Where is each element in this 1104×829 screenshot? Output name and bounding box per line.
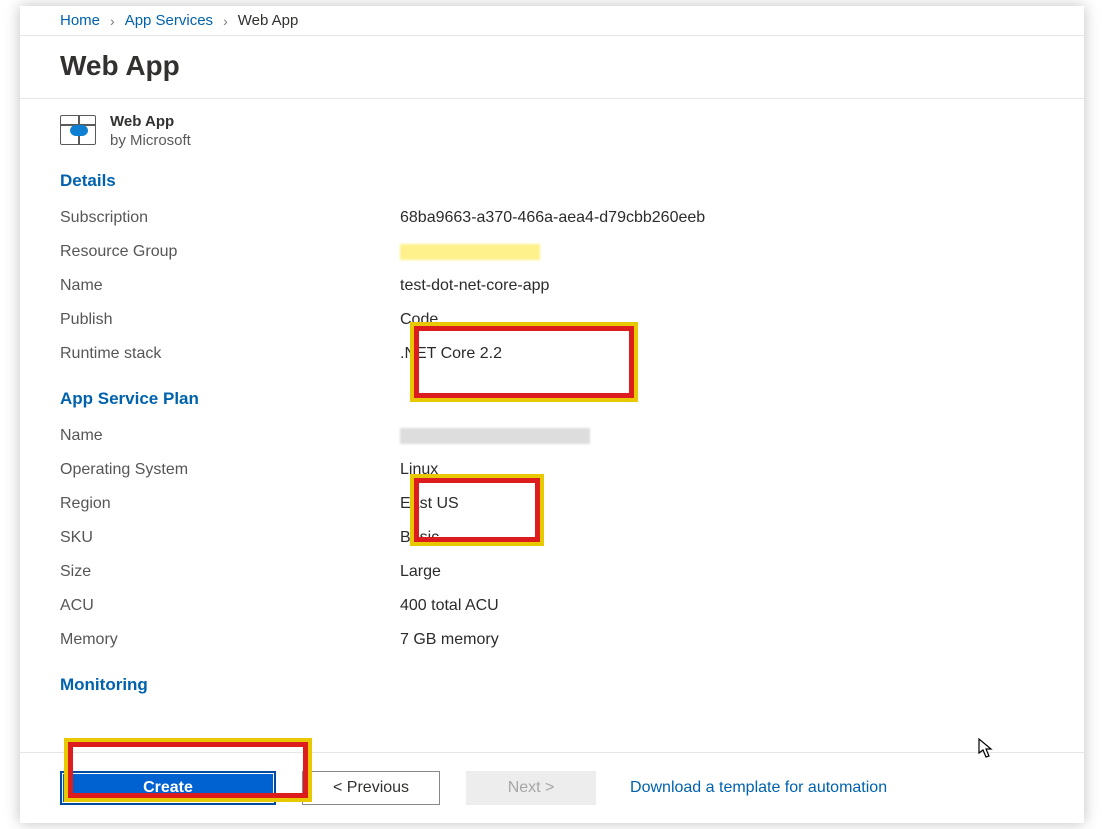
app-title: Web App bbox=[110, 113, 191, 130]
download-template-link[interactable]: Download a template for automation bbox=[630, 779, 887, 797]
previous-button[interactable]: < Previous bbox=[302, 771, 440, 805]
page-title: Web App bbox=[60, 50, 1044, 82]
value-publish: Code bbox=[400, 303, 438, 337]
create-button[interactable]: Create bbox=[60, 771, 276, 805]
label-os: Operating System bbox=[60, 453, 400, 487]
row-os: Operating System Linux bbox=[60, 453, 1044, 487]
value-os: Linux bbox=[400, 453, 438, 487]
label-memory: Memory bbox=[60, 623, 400, 657]
row-runtime: Runtime stack .NET Core 2.2 bbox=[60, 337, 1044, 371]
label-name: Name bbox=[60, 269, 400, 303]
label-runtime: Runtime stack bbox=[60, 337, 400, 371]
row-subscription: Subscription 68ba9663-a370-466a-aea4-d79… bbox=[60, 201, 1044, 235]
webapp-icon bbox=[60, 115, 96, 145]
app-publisher: by Microsoft bbox=[110, 132, 191, 149]
breadcrumb: Home › App Services › Web App bbox=[20, 6, 1084, 36]
breadcrumb-home[interactable]: Home bbox=[60, 12, 100, 29]
value-runtime: .NET Core 2.2 bbox=[400, 337, 502, 371]
label-acu: ACU bbox=[60, 589, 400, 623]
value-subscription: 68ba9663-a370-466a-aea4-d79cbb260eeb bbox=[400, 201, 705, 235]
value-plan-name bbox=[400, 419, 590, 453]
row-plan-name: Name bbox=[60, 419, 1044, 453]
row-acu: ACU 400 total ACU bbox=[60, 589, 1044, 623]
label-size: Size bbox=[60, 555, 400, 589]
row-sku: SKU Basic bbox=[60, 521, 1044, 555]
row-publish: Publish Code bbox=[60, 303, 1044, 337]
row-memory: Memory 7 GB memory bbox=[60, 623, 1044, 657]
label-publish: Publish bbox=[60, 303, 400, 337]
redacted-value bbox=[400, 244, 540, 260]
row-size: Size Large bbox=[60, 555, 1044, 589]
chevron-right-icon: › bbox=[223, 13, 228, 29]
breadcrumb-current: Web App bbox=[238, 12, 299, 29]
chevron-right-icon: › bbox=[110, 13, 115, 29]
row-resource-group: Resource Group bbox=[60, 235, 1044, 269]
page-frame: Home › App Services › Web App Web App We… bbox=[20, 6, 1084, 823]
value-resource-group bbox=[400, 235, 540, 269]
label-resource-group: Resource Group bbox=[60, 235, 400, 269]
row-name: Name test-dot-net-core-app bbox=[60, 269, 1044, 303]
section-details: Details bbox=[60, 171, 1044, 191]
value-acu: 400 total ACU bbox=[400, 589, 499, 623]
value-sku: Basic bbox=[400, 521, 439, 555]
value-memory: 7 GB memory bbox=[400, 623, 499, 657]
next-button: Next > bbox=[466, 771, 596, 805]
value-region: East US bbox=[400, 487, 459, 521]
redacted-value bbox=[400, 428, 590, 444]
body: Web App by Microsoft Details Subscriptio… bbox=[20, 99, 1084, 752]
label-plan-name: Name bbox=[60, 419, 400, 453]
section-monitoring: Monitoring bbox=[60, 675, 1044, 695]
label-subscription: Subscription bbox=[60, 201, 400, 235]
value-size: Large bbox=[400, 555, 441, 589]
breadcrumb-app-services[interactable]: App Services bbox=[125, 12, 213, 29]
title-row: Web App bbox=[20, 36, 1084, 99]
label-region: Region bbox=[60, 487, 400, 521]
footer: Create < Previous Next > Download a temp… bbox=[20, 752, 1084, 823]
app-header: Web App by Microsoft bbox=[60, 113, 1044, 149]
section-app-service-plan: App Service Plan bbox=[60, 389, 1044, 409]
label-sku: SKU bbox=[60, 521, 400, 555]
value-name: test-dot-net-core-app bbox=[400, 269, 549, 303]
row-region: Region East US bbox=[60, 487, 1044, 521]
